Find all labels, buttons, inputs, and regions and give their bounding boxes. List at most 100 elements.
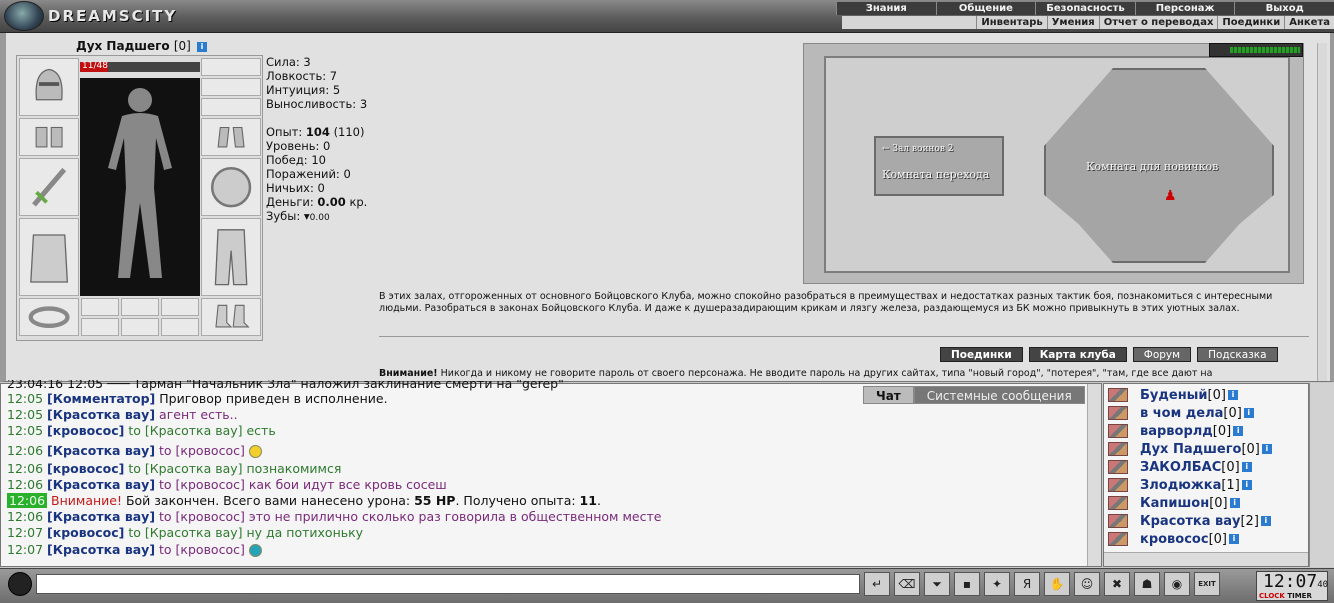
info-icon[interactable]: i [1241, 480, 1252, 490]
chat-nick[interactable]: [Комментатор] [47, 391, 155, 406]
scroll-slot-1[interactable] [81, 318, 119, 336]
private-message-icon[interactable] [1108, 406, 1128, 420]
body-silhouette-icon [108, 88, 172, 278]
private-message-icon[interactable] [1108, 532, 1128, 546]
private-message-icon[interactable] [1108, 424, 1128, 438]
clock-labels[interactable]: CLOCK TIMER [1259, 592, 1312, 600]
ring-slot-3[interactable] [161, 298, 199, 316]
info-icon[interactable]: i [1233, 426, 1244, 436]
leggings-slot[interactable] [201, 218, 261, 296]
weapon-slot[interactable] [19, 158, 79, 216]
smiles-icon[interactable]: ☺ [1074, 572, 1100, 596]
fight-icon[interactable]: ✦ [984, 572, 1010, 596]
private-message-icon[interactable] [1108, 478, 1128, 492]
submenu-profile[interactable]: Анкета [1284, 16, 1334, 29]
users-scrollbar[interactable] [1309, 383, 1334, 567]
rings-row-slot[interactable] [201, 98, 261, 116]
ring-slot-2[interactable] [121, 298, 159, 316]
earrings-slot[interactable] [201, 58, 261, 76]
chat-scrollbar[interactable] [1087, 384, 1101, 566]
private-message-icon[interactable] [1108, 388, 1128, 402]
ring-slot-1[interactable] [81, 298, 119, 316]
user-item[interactable]: Буденый [0] i [1108, 386, 1308, 404]
save-icon[interactable]: ▪ [954, 572, 980, 596]
menu-knowledge[interactable]: Знания [836, 2, 936, 15]
room-transition[interactable]: ← Зал воинов 2 Комната перехода [874, 136, 1004, 196]
send-icon[interactable]: ↵ [864, 572, 890, 596]
tab-chat[interactable]: Чат [863, 386, 914, 404]
user-item[interactable]: Капишон [0] i [1108, 494, 1308, 512]
speak-icon[interactable] [8, 572, 32, 596]
main-panel: Дух Падшего [0] i 11/48 Сила: 3 Ловкость… [0, 33, 1334, 382]
info-icon[interactable]: i [197, 41, 208, 52]
character-icon[interactable]: ☗ [1134, 572, 1160, 596]
exit-icon[interactable]: EXIT [1194, 572, 1220, 596]
chat-input[interactable] [36, 574, 860, 594]
submenu-inventory[interactable]: Инвентарь [976, 16, 1046, 29]
menu-security[interactable]: Безопасность [1035, 2, 1135, 15]
chat-nick[interactable]: [Красотка вау] [47, 407, 155, 422]
profile-icon[interactable]: ◉ [1164, 572, 1190, 596]
info-icon[interactable]: i [1241, 462, 1252, 472]
helmet-slot[interactable] [19, 58, 79, 116]
chat-nick[interactable]: [кровосос] [47, 423, 124, 438]
menu-character[interactable]: Персонаж [1134, 2, 1235, 15]
submenu-skills[interactable]: Умения [1046, 16, 1099, 29]
chat-line-system: 12:06 Внимание! Бой закончен. Всего вами… [7, 492, 601, 508]
hint-button[interactable]: Подсказка [1197, 347, 1278, 362]
amulet-slot[interactable] [201, 78, 261, 96]
eraser-icon[interactable]: ⌫ [894, 572, 920, 596]
private-message-icon[interactable] [1108, 460, 1128, 474]
chat-nick[interactable]: [Красотка вау] [47, 509, 155, 524]
armor-slot[interactable] [19, 218, 79, 296]
filter-icon[interactable]: ⏷ [924, 572, 950, 596]
submenu-fights[interactable]: Поединки [1217, 16, 1284, 29]
bracers-slot[interactable] [19, 118, 79, 156]
scroll-slot-2[interactable] [121, 318, 159, 336]
sub-menu: Инвентарь Умения Отчет о переводах Поеди… [842, 16, 1334, 29]
room-newbies[interactable]: Комната для новичков ♟ [1044, 68, 1274, 263]
menu-exit[interactable]: Выход [1234, 2, 1334, 15]
boots-slot[interactable] [201, 298, 261, 336]
chat-nick[interactable]: [кровосос] [47, 461, 124, 476]
hands-icon[interactable]: ✋ [1044, 572, 1070, 596]
info-icon[interactable]: i [1229, 498, 1240, 508]
user-item[interactable]: варворлд [0] i [1108, 422, 1308, 440]
user-item[interactable]: Дух Падшего [0] i [1108, 440, 1308, 458]
user-item[interactable]: ЗАКОЛБАС [0] i [1108, 458, 1308, 476]
user-item[interactable]: в чом дела [0] i [1108, 404, 1308, 422]
tab-system-messages[interactable]: Системные сообщения [913, 386, 1085, 404]
shield-slot[interactable] [201, 158, 261, 216]
stat-wins: Побед: 10 [266, 153, 326, 167]
belt-slot[interactable] [19, 298, 79, 336]
info-icon[interactable]: i [1228, 534, 1239, 544]
chat-nick[interactable]: [кровосос] [47, 525, 124, 540]
private-message-icon[interactable] [1108, 514, 1128, 528]
mute-icon[interactable]: ✖ [1104, 572, 1130, 596]
user-item[interactable]: кровосос [0] i [1108, 530, 1308, 548]
gloves-slot[interactable] [201, 118, 261, 156]
private-message-icon[interactable] [1108, 496, 1128, 510]
chat-nick[interactable]: [Красотка вау] [47, 443, 155, 458]
chat-nick[interactable]: [Красотка вау] [47, 477, 155, 492]
translit-icon[interactable]: Я [1014, 572, 1040, 596]
chat-nick[interactable]: [Красотка вау] [47, 542, 155, 557]
main-scrollbar[interactable] [1317, 43, 1327, 381]
info-icon[interactable]: i [1260, 516, 1271, 526]
info-icon[interactable]: i [1243, 408, 1254, 418]
user-item[interactable]: Красотка вау [2] i [1108, 512, 1308, 530]
user-item[interactable]: Злодюжка [1] i [1108, 476, 1308, 494]
menu-communication[interactable]: Общение [935, 2, 1036, 15]
info-icon[interactable]: i [1227, 390, 1238, 400]
forum-button[interactable]: Форум [1132, 347, 1192, 362]
users-horizontal-scrollbar[interactable] [1104, 552, 1308, 566]
info-icon[interactable]: i [1261, 444, 1272, 454]
smile-icon [248, 543, 262, 557]
leggings-icon [214, 228, 248, 286]
submenu-transfers[interactable]: Отчет о переводах [1098, 16, 1218, 29]
club-map-button[interactable]: Карта клуба [1028, 347, 1127, 362]
scroll-slot-3[interactable] [161, 318, 199, 336]
private-message-icon[interactable] [1108, 442, 1128, 456]
bottom-toolbar: ↵ ⌫ ⏷ ▪ ✦ Я ✋ ☺ ✖ ☗ ◉ EXIT 12:0740 CLOCK… [0, 568, 1334, 603]
fights-button[interactable]: Поединки [940, 347, 1023, 362]
